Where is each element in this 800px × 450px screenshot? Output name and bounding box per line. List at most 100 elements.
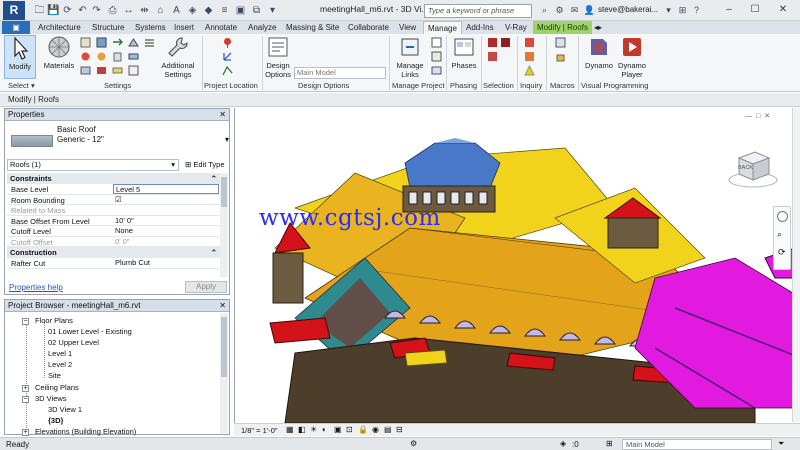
property-row[interactable]: Rafter Cut Plumb Cut <box>7 258 221 269</box>
building-model-render[interactable] <box>235 108 800 424</box>
selection-save-icon[interactable] <box>487 37 498 48</box>
properties-scrollbar[interactable] <box>220 173 228 277</box>
chevron-down-icon[interactable]: ▾ <box>662 4 675 17</box>
3d-viewport[interactable]: www.cgtsj.com BACK ⌕ ⟳ —□✕ <box>234 108 800 436</box>
save-icon[interactable]: 💾 <box>47 4 60 17</box>
collapse-toggle-icon[interactable]: − <box>22 318 29 325</box>
tree-item-level-1[interactable]: Level 1 <box>48 349 72 358</box>
user-account[interactable]: steve@bakerai... <box>598 5 658 14</box>
design-options-status-icon[interactable]: ◈ <box>560 439 566 448</box>
tab-analyze[interactable]: Analyze <box>244 21 280 34</box>
3d-view-icon[interactable]: ◈ <box>186 4 199 17</box>
revit-logo-icon[interactable]: R <box>3 1 25 20</box>
tab-v-ray[interactable]: V-Ray <box>501 21 531 34</box>
modify-button[interactable]: Modify <box>4 35 36 79</box>
properties-help-link[interactable]: Properties help <box>9 283 63 292</box>
tab-massing-site[interactable]: Massing & Site <box>282 21 343 34</box>
analysis-icon[interactable]: ⊟ <box>396 425 403 434</box>
worksets-icon[interactable]: ⚙ <box>410 439 417 448</box>
location-icon[interactable] <box>222 37 233 48</box>
measure-icon[interactable]: ↔ <box>122 4 135 17</box>
steering-wheel-icon[interactable] <box>777 211 788 222</box>
dynamo-button[interactable]: Dynamo <box>584 35 614 70</box>
group-constraints[interactable]: Constraints ⌃ <box>7 173 221 184</box>
property-row[interactable]: Cutoff Level None <box>7 226 221 237</box>
tree-item-3d-default[interactable]: {3D} <box>48 416 63 425</box>
close-hidden-icon[interactable]: ▣ <box>234 4 247 17</box>
coordinates-icon[interactable] <box>222 51 233 62</box>
tree-item-floor-plans[interactable]: Floor Plans <box>35 316 73 325</box>
minimize-icon[interactable]: – <box>718 2 740 18</box>
tab-architecture[interactable]: Architecture <box>34 21 85 34</box>
project-info-icon[interactable] <box>80 65 91 76</box>
tab-insert[interactable]: Insert <box>170 21 198 34</box>
tab-view[interactable]: View <box>395 21 420 34</box>
subscription-icon[interactable]: ⚙ <box>553 4 566 17</box>
reveal-hidden-icon[interactable]: ▤ <box>384 425 392 434</box>
text-icon[interactable]: A <box>170 4 183 17</box>
exchange-icon[interactable]: ⊞ <box>676 4 689 17</box>
warnings-icon[interactable] <box>524 65 535 76</box>
snaps-icon[interactable] <box>80 51 91 62</box>
undo-icon[interactable]: ↶ <box>76 4 89 17</box>
tab-systems[interactable]: Systems <box>131 21 170 34</box>
ids-of-selection-icon[interactable] <box>524 37 535 48</box>
expand-toggle-icon[interactable]: + <box>22 385 29 392</box>
visual-style-icon[interactable]: ◧ <box>298 425 306 434</box>
open-icon[interactable]: 🗀 <box>33 4 46 17</box>
collapse-toggle-icon[interactable]: − <box>22 396 29 403</box>
hide-isolate-icon[interactable]: ◉ <box>372 425 379 434</box>
view-window-controls[interactable]: —□✕ <box>745 112 774 120</box>
project-units-icon[interactable] <box>112 65 123 76</box>
tab-collaborate[interactable]: Collaborate <box>344 21 393 34</box>
macro-manager-icon[interactable] <box>555 37 566 48</box>
position-icon[interactable] <box>222 65 233 76</box>
line-styles-icon[interactable] <box>144 37 155 48</box>
tree-item-lower-level[interactable]: 01 Lower Level - Existing <box>48 327 132 336</box>
tab-manage[interactable]: Manage <box>423 21 462 34</box>
global-parameters-icon[interactable] <box>96 65 107 76</box>
select-by-id-icon[interactable] <box>524 51 535 62</box>
dimension-icon[interactable]: ⇹ <box>138 4 151 17</box>
panel-select-label[interactable]: Select ▾ <box>8 81 35 90</box>
search-input[interactable]: Type a keyword or phrase <box>424 4 532 18</box>
binoculars-icon[interactable]: ⌕ <box>538 4 551 17</box>
group-construction[interactable]: Construction ⌃ <box>7 247 221 258</box>
decal-types-icon[interactable] <box>431 51 442 62</box>
user-icon[interactable]: 👤 <box>583 4 596 17</box>
crop-icon[interactable]: ⊡ <box>346 425 353 434</box>
tree-item-ceiling-plans[interactable]: Ceiling Plans <box>35 383 79 392</box>
scroll-thumb[interactable] <box>221 317 227 377</box>
close-icon[interactable]: ✕ <box>219 300 226 312</box>
phases-button[interactable]: Phases <box>450 35 478 70</box>
tree-item-upper-level[interactable]: 02 Upper Level <box>48 338 99 347</box>
detail-level-icon[interactable]: ▦ <box>286 425 294 434</box>
zoom-icon[interactable]: ⌕ <box>777 229 782 240</box>
apply-button[interactable]: Apply <box>185 281 227 293</box>
purge-unused-icon[interactable] <box>112 51 123 62</box>
render-icon[interactable]: ▣ <box>334 425 342 434</box>
starting-view-icon[interactable] <box>431 37 442 48</box>
viewcube[interactable]: BACK <box>727 146 779 190</box>
design-option-dropdown[interactable]: Main Model <box>294 67 386 79</box>
manage-images-icon[interactable] <box>431 65 442 76</box>
macro-security-icon[interactable] <box>555 51 566 62</box>
file-tab[interactable]: ▣ <box>2 21 30 34</box>
project-parameters-icon[interactable] <box>96 37 107 48</box>
lock-view-icon[interactable]: 🔒 <box>358 425 368 434</box>
tab-annotate[interactable]: Annotate <box>201 21 241 34</box>
tree-item-site[interactable]: Site <box>48 371 61 380</box>
tab-structure[interactable]: Structure <box>88 21 128 34</box>
close-icon[interactable]: ✕ <box>219 109 226 121</box>
help-icon[interactable]: ? <box>690 4 703 17</box>
viewport-vertical-scrollbar[interactable] <box>792 108 800 422</box>
scroll-thumb[interactable] <box>221 177 227 207</box>
selection-edit-icon[interactable] <box>487 51 498 62</box>
structural-settings-icon[interactable] <box>128 37 139 48</box>
sun-path-icon[interactable]: ☀ <box>310 425 317 434</box>
selection-load-icon[interactable] <box>500 37 511 48</box>
edit-type-button[interactable]: ⊞ Edit Type <box>183 159 229 171</box>
additional-settings-button[interactable]: Additional Settings <box>158 35 198 79</box>
browser-scrollbar[interactable] <box>220 313 228 434</box>
sync-icon[interactable]: ⟳ <box>61 4 74 17</box>
